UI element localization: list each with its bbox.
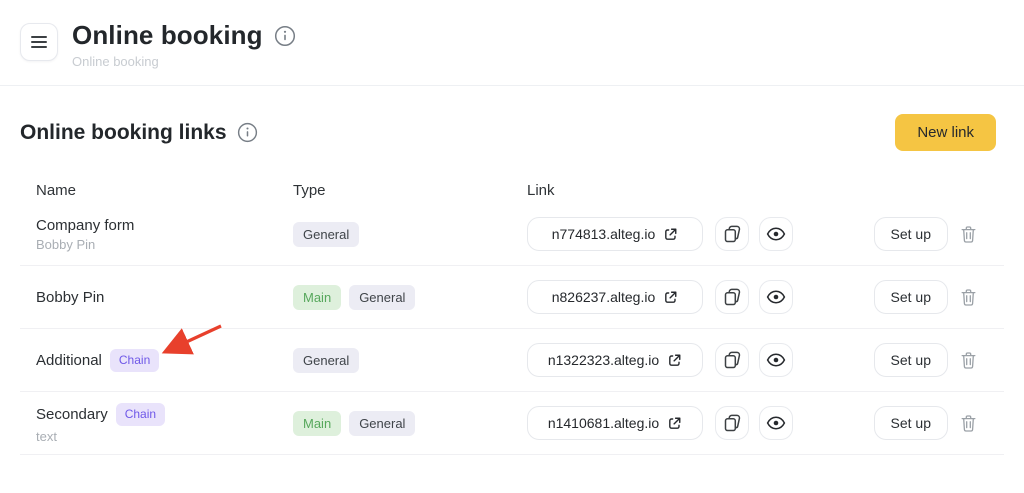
section-title: Online booking links [20,121,227,145]
external-link-icon [663,227,678,242]
row-name: Additional [36,352,102,369]
type-badge-main: Main [293,285,341,310]
menu-button[interactable] [20,23,58,61]
booking-link[interactable]: n1322323.alteg.io [527,343,703,377]
row-subtitle: Bobby Pin [36,237,293,252]
preview-button[interactable] [759,217,793,251]
link-url: n1410681.alteg.io [548,415,659,431]
column-header-name: Name [20,182,293,199]
preview-button[interactable] [759,280,793,314]
copy-icon [724,225,741,243]
delete-button[interactable] [961,289,976,306]
eye-icon [766,353,786,367]
external-link-icon [667,353,682,368]
row-name: Bobby Pin [36,289,104,306]
chain-badge: Chain [110,349,159,372]
external-link-icon [663,290,678,305]
section-bar: Online booking links New link [20,114,996,151]
copy-button[interactable] [715,343,749,377]
table-header-row: Name Type Link [20,177,1004,203]
eye-icon [766,416,786,430]
set-up-button[interactable]: Set up [874,406,948,440]
copy-button[interactable] [715,280,749,314]
info-icon[interactable] [274,25,296,47]
type-badge-main: Main [293,411,341,436]
trash-icon [961,226,976,243]
copy-icon [724,351,741,369]
copy-button[interactable] [715,217,749,251]
set-up-button[interactable]: Set up [874,217,948,251]
chain-badge: Chain [116,403,165,426]
row-subtitle: text [36,429,293,444]
booking-link[interactable]: n774813.alteg.io [527,217,703,251]
type-badge-general: General [349,411,415,436]
delete-button[interactable] [961,415,976,432]
page-subtitle: Online booking [72,54,296,69]
link-url: n1322323.alteg.io [548,352,659,368]
external-link-icon [667,416,682,431]
link-url: n826237.alteg.io [552,289,656,305]
info-icon[interactable] [237,122,258,143]
table-row: Bobby Pin Main General n826237.alteg.io [20,266,1004,329]
booking-link[interactable]: n1410681.alteg.io [527,406,703,440]
preview-button[interactable] [759,406,793,440]
booking-links-table: Name Type Link Company form Bobby Pin Ge… [20,177,1004,455]
table-row: Additional Chain General n1322323.alteg.… [20,329,1004,392]
page-title: Online booking [72,20,263,51]
eye-icon [766,290,786,304]
column-header-type: Type [293,182,527,199]
preview-button[interactable] [759,343,793,377]
hamburger-icon [31,35,47,49]
new-link-button[interactable]: New link [895,114,996,151]
copy-button[interactable] [715,406,749,440]
set-up-button[interactable]: Set up [874,280,948,314]
row-name: Secondary [36,406,108,423]
type-badge-general: General [349,285,415,310]
delete-button[interactable] [961,226,976,243]
app-header: Online booking Online booking [0,0,1024,86]
trash-icon [961,289,976,306]
table-row: Secondary Chain text Main General n14106… [20,392,1004,455]
copy-icon [724,288,741,306]
booking-link[interactable]: n826237.alteg.io [527,280,703,314]
type-badge-general: General [293,348,359,373]
delete-button[interactable] [961,352,976,369]
row-name: Company form [36,217,134,234]
table-row: Company form Bobby Pin General n774813.a… [20,203,1004,266]
copy-icon [724,414,741,432]
eye-icon [766,227,786,241]
trash-icon [961,415,976,432]
column-header-link: Link [527,182,1004,199]
type-badge-general: General [293,222,359,247]
trash-icon [961,352,976,369]
link-url: n774813.alteg.io [552,226,656,242]
set-up-button[interactable]: Set up [874,343,948,377]
